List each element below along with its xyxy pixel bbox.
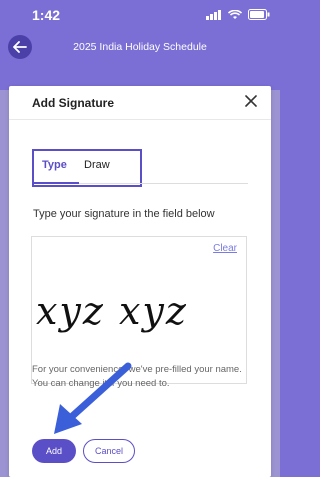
pointer-arrow-icon [54, 362, 132, 434]
